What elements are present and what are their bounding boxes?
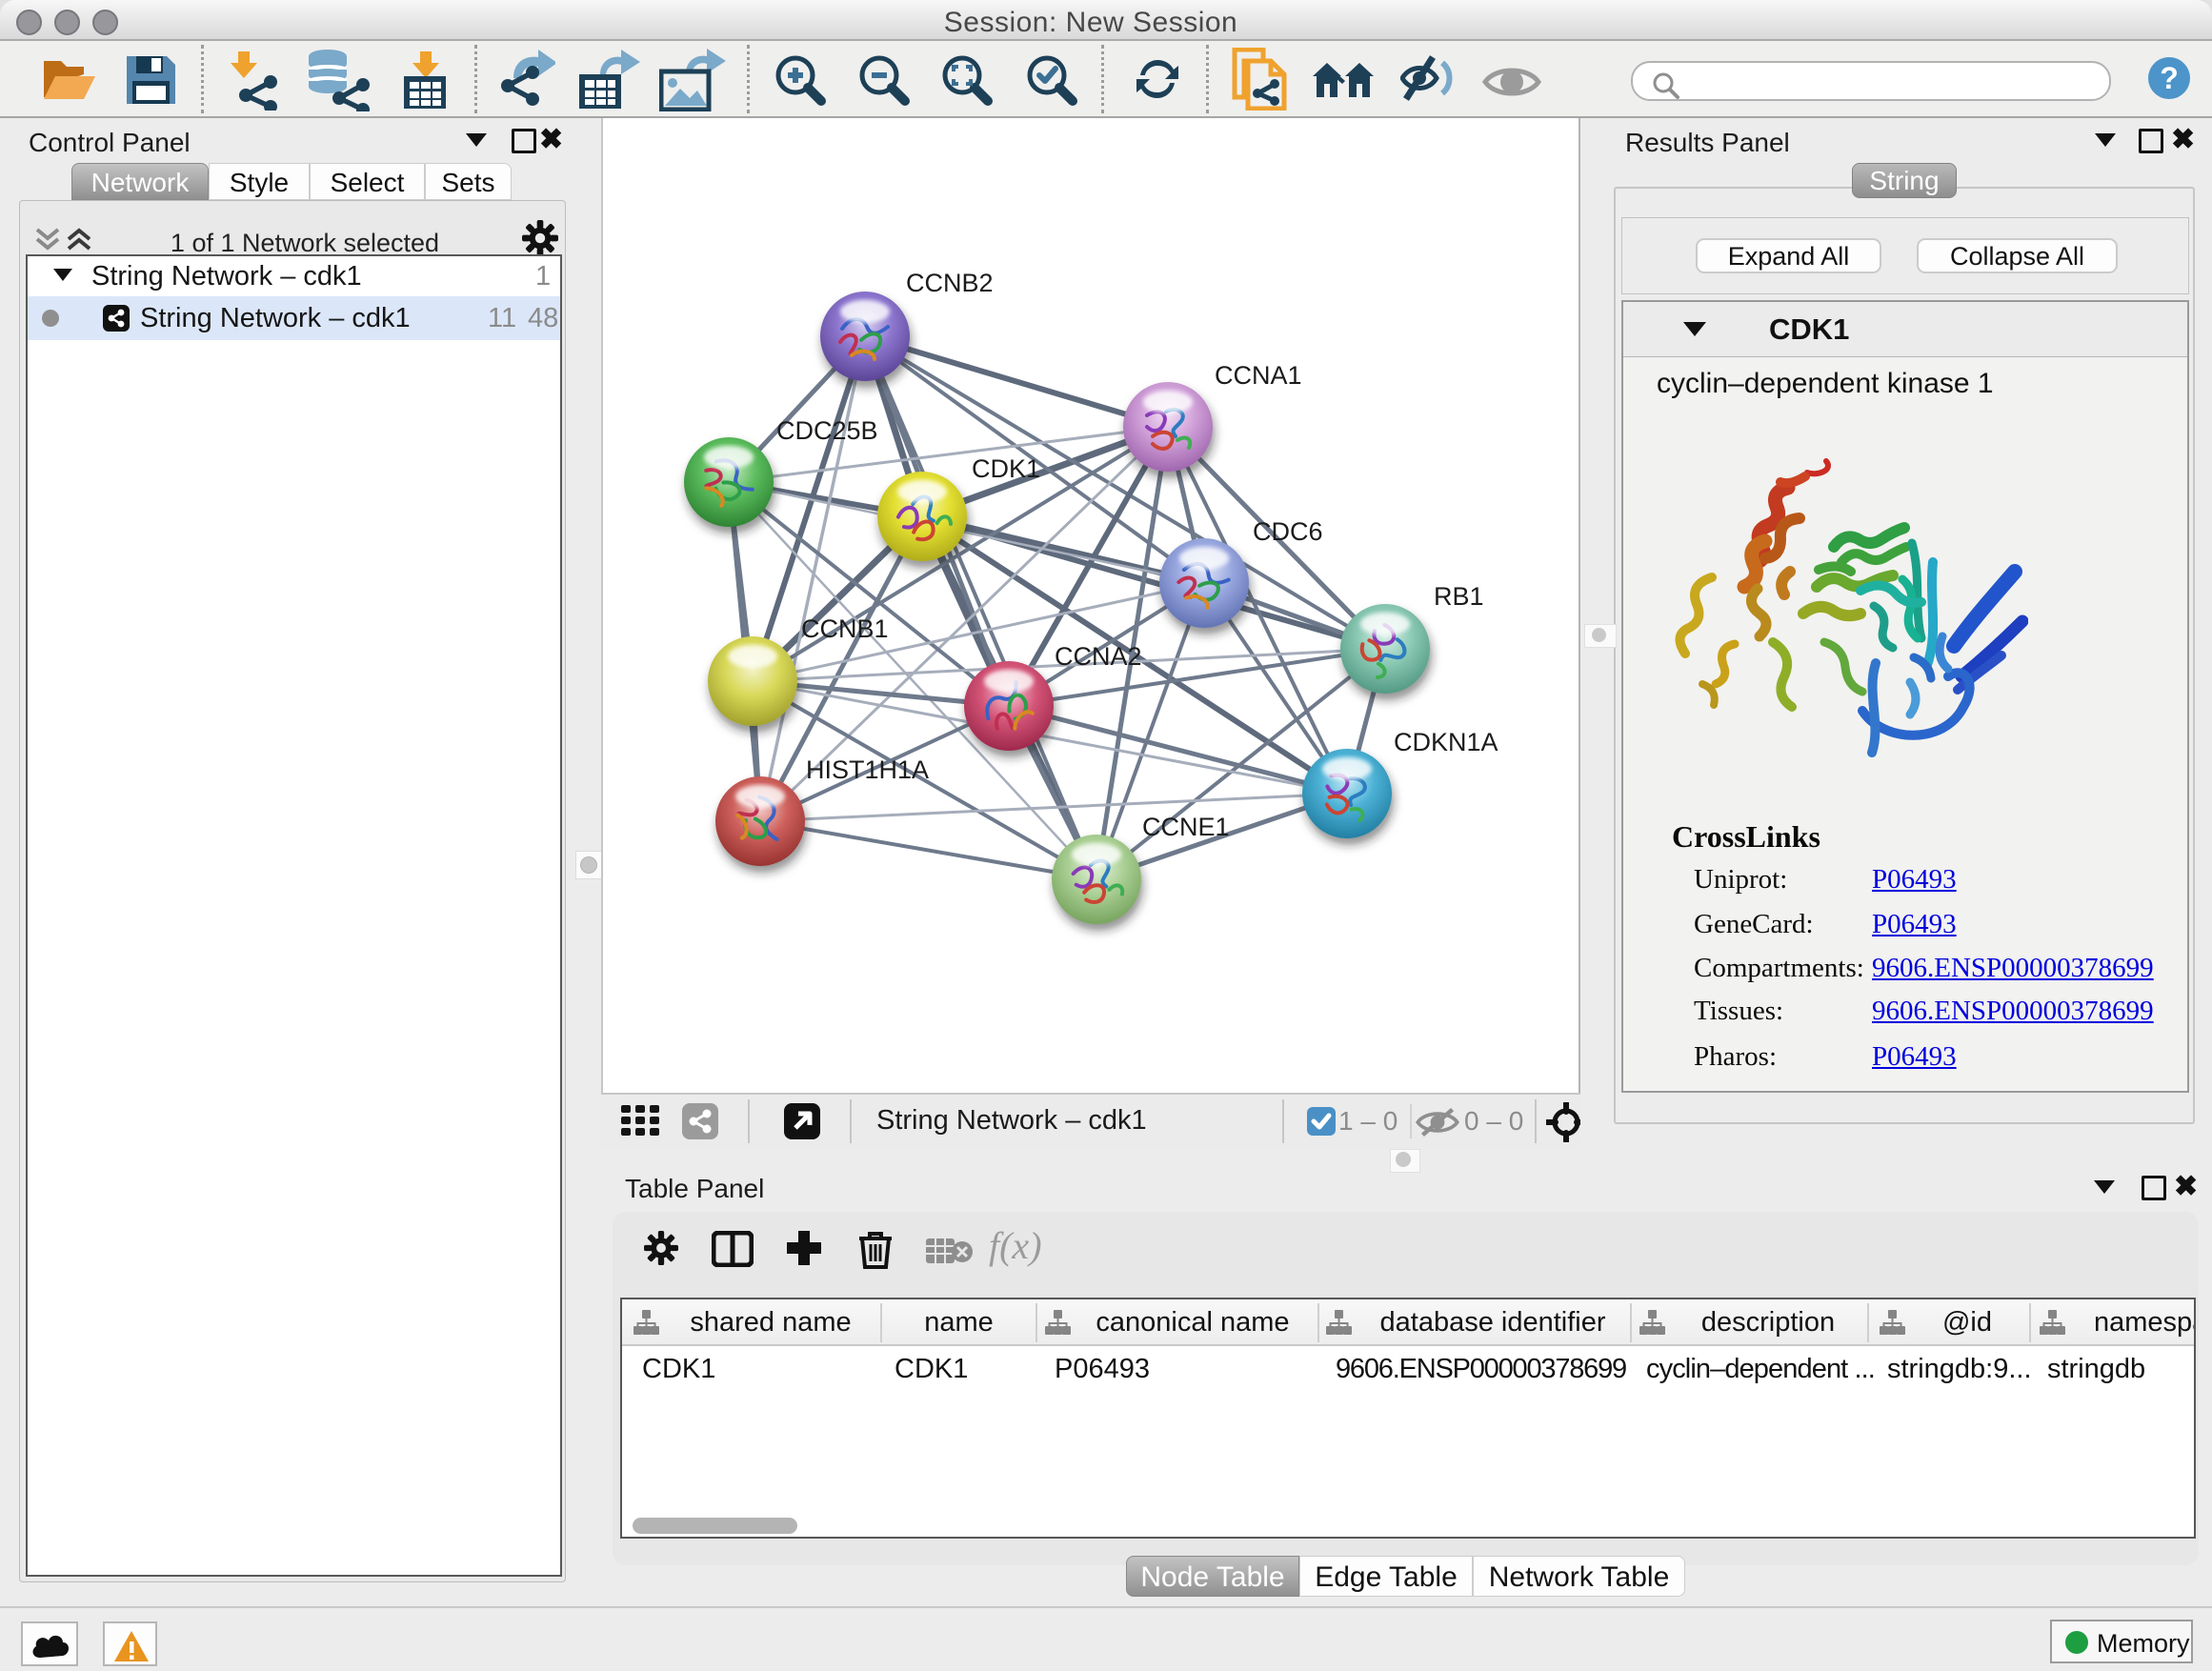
svg-text:CCNA2: CCNA2 <box>1055 642 1142 671</box>
svg-text:CCNB2: CCNB2 <box>906 269 994 297</box>
svg-text:CCNA1: CCNA1 <box>1215 361 1302 390</box>
svg-text:HIST1H1A: HIST1H1A <box>806 755 929 784</box>
svg-text:CDC6: CDC6 <box>1253 517 1323 546</box>
svg-text:RB1: RB1 <box>1434 582 1484 611</box>
svg-text:CDK1: CDK1 <box>972 454 1040 483</box>
svg-text:CCNB1: CCNB1 <box>801 614 889 643</box>
svg-text:CDC25B: CDC25B <box>776 416 878 445</box>
svg-text:CDKN1A: CDKN1A <box>1394 728 1498 756</box>
svg-text:CCNE1: CCNE1 <box>1142 813 1230 841</box>
